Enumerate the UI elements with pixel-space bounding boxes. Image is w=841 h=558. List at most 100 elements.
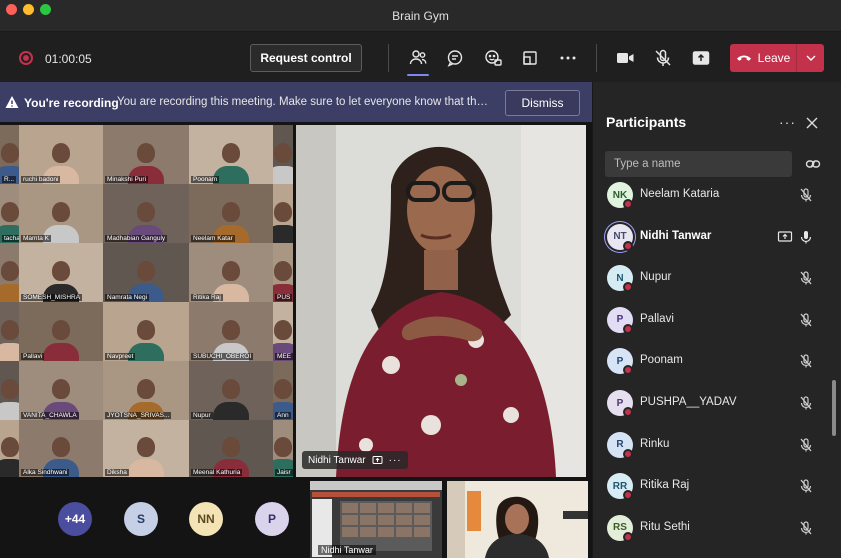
microphone-icon[interactable] xyxy=(798,229,814,245)
participants-title: Participants xyxy=(606,114,687,130)
gallery-tile xyxy=(0,243,19,302)
participant-row[interactable]: NT Nidhi Tanwar xyxy=(593,217,831,257)
participant-name: Pallavi xyxy=(640,312,674,325)
more-options-icon[interactable]: ··· xyxy=(779,114,796,130)
people-icon[interactable] xyxy=(405,45,431,71)
gallery-tile-name: Poonam xyxy=(191,176,220,183)
gallery-tile-name: Alka Sindhwani xyxy=(21,469,70,476)
leave-main-button[interactable]: Leave xyxy=(730,44,796,72)
participant-search-input[interactable] xyxy=(605,151,792,177)
presence-status-icon xyxy=(623,490,633,501)
participant-head xyxy=(137,378,155,399)
gallery-tile: R... xyxy=(0,125,19,184)
link-icon[interactable] xyxy=(805,156,821,172)
microphone-muted-icon[interactable] xyxy=(798,478,814,494)
participant-body xyxy=(213,402,249,420)
screen-share-indicator-icon xyxy=(372,455,383,464)
gallery-tile-name: Diksha xyxy=(105,469,129,476)
participant-head xyxy=(274,142,292,163)
microphone-muted-icon[interactable] xyxy=(798,312,814,328)
microphone-muted-icon[interactable] xyxy=(650,45,676,71)
participant-row[interactable]: P PUSHPA__YADAV xyxy=(593,383,831,423)
window-title: Brain Gym xyxy=(392,9,449,23)
participant-row[interactable]: NK Neelam Kataria xyxy=(593,177,831,215)
gallery-tile: Minakshi Puri xyxy=(103,125,189,184)
participants-panel: Participants ··· NKNeelam KatariaNTNidhi… xyxy=(592,82,841,558)
participant-row[interactable]: P Poonam xyxy=(593,341,831,381)
gallery-tile-name: ruchi badoni xyxy=(21,176,61,183)
participant-avatar[interactable]: P xyxy=(255,502,289,536)
gallery-tile: Nupur xyxy=(189,361,273,420)
participant-head xyxy=(222,201,240,222)
speaker-name: Nidhi Tanwar xyxy=(308,454,366,466)
gallery-tile-name: Namrata Negi xyxy=(105,294,150,301)
participant-avatar[interactable]: S xyxy=(124,502,158,536)
participant-head xyxy=(0,378,19,399)
participant-head xyxy=(52,378,70,399)
more-options-icon[interactable]: ··· xyxy=(389,455,402,466)
gallery-tile: Poonam xyxy=(189,125,273,184)
participant-row[interactable]: N Nupur xyxy=(593,258,831,298)
camera-icon[interactable] xyxy=(612,45,638,71)
presence-status-icon xyxy=(623,365,633,376)
participant-avatar[interactable]: NN xyxy=(189,502,223,536)
gallery-tile-name: Navpreet xyxy=(105,353,136,360)
participant-video-thumbnail[interactable] xyxy=(447,481,588,558)
banner-message: You are recording this meeting. Make sur… xyxy=(117,96,492,108)
gallery-tile: Meenal Kathuria xyxy=(189,420,273,477)
participant-list-scrollbar[interactable] xyxy=(832,380,836,436)
leave-button[interactable]: Leave xyxy=(730,44,824,72)
shared-screen-gallery[interactable]: R... ruchi badoni Minakshi Puri Poonam tacha… xyxy=(0,125,293,477)
participant-video-frame xyxy=(447,481,588,558)
thumbnail-name-tag: Nidhi Tanwar xyxy=(318,545,376,555)
participant-row[interactable]: R Rinku xyxy=(593,425,831,465)
participant-row[interactable]: RS Ritu Sethi xyxy=(593,508,831,548)
gallery-tile: Namrata Negi xyxy=(103,243,189,302)
gallery-tile: JYOTSNA_SRIVAS... xyxy=(103,361,189,420)
dismiss-button[interactable]: Dismiss xyxy=(505,90,580,116)
chat-icon[interactable] xyxy=(442,45,468,71)
participant-row[interactable]: RR Ritika Raj xyxy=(593,466,831,506)
gallery-tile-name: Ann xyxy=(275,412,291,419)
microphone-muted-icon[interactable] xyxy=(798,437,814,453)
participant-head xyxy=(137,260,155,281)
participant-head xyxy=(222,142,240,163)
gallery-tile xyxy=(0,302,19,361)
participant-head xyxy=(52,319,70,340)
rooms-icon[interactable] xyxy=(517,45,543,71)
gallery-tile: Alka Sindhwani xyxy=(19,420,103,477)
gallery-tile-name: Nupur xyxy=(191,412,213,419)
participant-head xyxy=(137,201,155,222)
presence-status-icon xyxy=(623,531,633,542)
gallery-tile xyxy=(273,184,293,243)
microphone-muted-icon[interactable] xyxy=(798,353,814,369)
active-speaker-video[interactable] xyxy=(296,125,586,477)
share-screen-icon[interactable] xyxy=(688,45,714,71)
microphone-muted-icon[interactable] xyxy=(798,395,814,411)
participant-head xyxy=(52,260,70,281)
presence-status-icon xyxy=(623,323,633,334)
reactions-icon[interactable] xyxy=(480,45,506,71)
participant-head xyxy=(0,437,19,458)
gallery-tile-name: PUS xyxy=(275,294,293,301)
gallery-tile: Jaisr xyxy=(273,420,293,477)
participant-row[interactable]: P Pallavi xyxy=(593,300,831,340)
chevron-down-icon[interactable] xyxy=(797,44,824,72)
close-icon[interactable] xyxy=(805,116,819,130)
gallery-tile xyxy=(273,125,293,184)
gallery-tile: Navpreet xyxy=(103,302,189,361)
more-actions-icon[interactable] xyxy=(555,45,581,71)
request-control-button[interactable]: Request control xyxy=(250,44,362,72)
microphone-muted-icon[interactable] xyxy=(798,270,814,286)
gallery-tile-name: JYOTSNA_SRIVAS... xyxy=(105,412,172,419)
participant-head xyxy=(52,201,70,222)
microphone-muted-icon[interactable] xyxy=(798,520,814,536)
microphone-muted-icon[interactable] xyxy=(798,187,814,203)
participant-head xyxy=(222,319,240,340)
title-bar: Brain Gym xyxy=(0,0,841,32)
gallery-tile-name: Pallavi xyxy=(21,353,45,360)
participant-list: NK Neelam Kataria NT Nidhi Tanwar N Nupur P Pal… xyxy=(593,177,841,558)
participant-name: Nidhi Tanwar xyxy=(640,229,712,242)
screen-share-indicator-icon xyxy=(777,230,793,242)
overflow-participants-avatar[interactable]: +44 xyxy=(58,502,92,536)
